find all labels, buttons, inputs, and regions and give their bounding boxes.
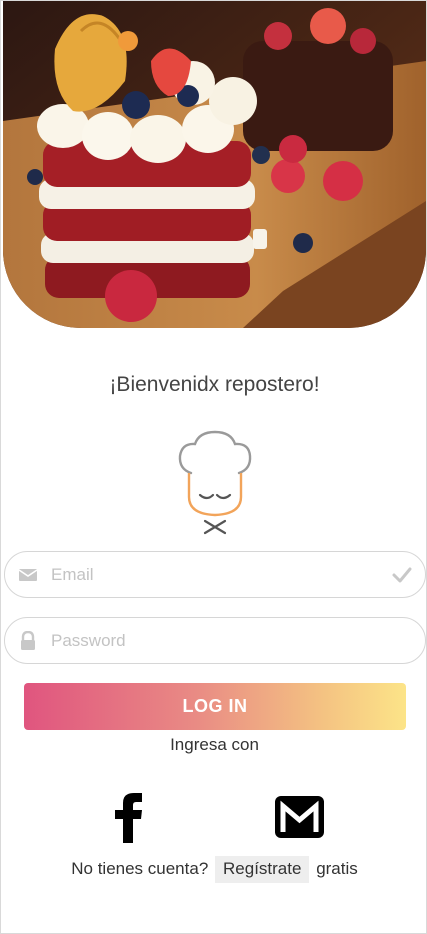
lock-icon <box>17 630 39 651</box>
hero-cake-image <box>3 1 426 328</box>
signup-free-text: gratis <box>316 859 358 878</box>
password-input[interactable] <box>51 626 371 656</box>
signup-text: No tienes cuenta? <box>71 859 209 878</box>
chef-hat-icon <box>177 429 253 535</box>
register-link[interactable]: Regístrate <box>215 856 310 883</box>
password-field[interactable] <box>4 617 426 664</box>
facebook-icon[interactable] <box>111 791 151 843</box>
app-screen: ¡Bienvenidx repostero! Email LOG IN Ingr… <box>0 0 427 934</box>
login-button[interactable]: LOG IN <box>24 683 406 730</box>
welcome-title: ¡Bienvenidx repostero! <box>109 373 320 396</box>
email-field[interactable] <box>4 551 426 598</box>
envelope-icon <box>17 565 39 585</box>
gmail-icon[interactable] <box>273 794 326 840</box>
check-icon <box>391 564 413 586</box>
signup-prompt: No tienes cuenta? Regístrate gratis <box>1 856 427 883</box>
email-input[interactable] <box>51 560 371 590</box>
social-login-prompt: Ingresa con <box>170 735 259 754</box>
